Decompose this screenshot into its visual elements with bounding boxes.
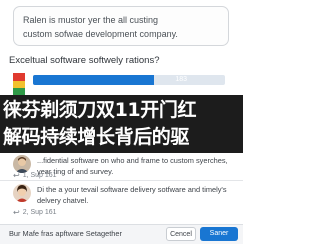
poll-result-value: 183 <box>175 76 187 83</box>
save-button[interactable]: Saner <box>200 227 238 241</box>
intro-line-1: Ralen is mustor yer the all custing <box>23 15 159 25</box>
comment-text: Di the a your tevail software delivery s… <box>37 185 227 205</box>
poll-result-bar[interactable]: 183 <box>33 75 225 85</box>
poll-question: Exceltual software softwely rations? <box>9 55 160 66</box>
footer-text: Bur Mafe fras apftware Setagether <box>9 229 122 238</box>
banner-line-1: 徕芬剃须刀双11开门红 <box>3 99 197 121</box>
reply-icon: ↩ <box>13 208 20 217</box>
banner-line-2: 解码持续增长背后的驱 <box>3 126 190 148</box>
comment-meta[interactable]: ↩ 2, Sup 161 <box>13 208 57 217</box>
cancel-button[interactable]: Cencel <box>166 227 196 241</box>
comment-meta[interactable]: ↩ 1, Sup 161 <box>13 171 57 180</box>
intro-text-box[interactable]: Ralen is mustor yer the all custing cust… <box>13 6 229 46</box>
reply-icon: ↩ <box>13 171 20 180</box>
intro-text: Ralen is mustor yer the all custing cust… <box>23 13 223 41</box>
flag-icon <box>13 73 25 95</box>
divider <box>0 180 243 181</box>
intro-line-2: custom sofwae development company. <box>23 29 178 39</box>
comment-text: ...fidential software on who and frame t… <box>37 156 228 176</box>
comment-meta-text: 2, Sup 161 <box>22 209 57 216</box>
comment-meta-text: 1, Sup 161 <box>22 172 57 179</box>
avatar[interactable] <box>13 184 31 202</box>
footer-bar: Bur Mafe fras apftware Setagether Cencel… <box>0 224 243 244</box>
headline-banner: 徕芬剃须刀双11开门红 解码持续增长背后的驱 <box>0 95 243 153</box>
poll-result-fill <box>33 75 154 85</box>
